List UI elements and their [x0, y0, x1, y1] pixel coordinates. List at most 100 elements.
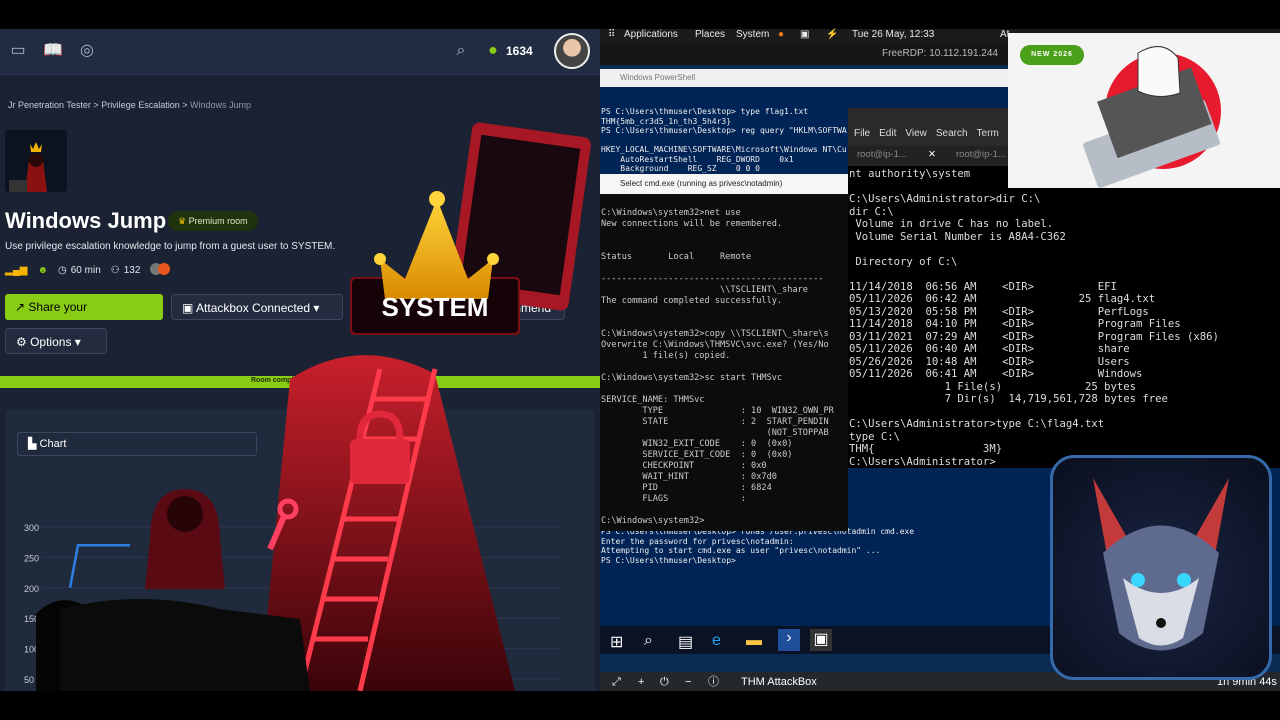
console-line: CHECKPOINT : 0x0	[601, 461, 767, 471]
powershell-taskbar-icon[interactable]: ›	[778, 629, 800, 651]
terminal-tabs: root@ip-1... ✕ root@ip-1...	[848, 146, 1008, 166]
console-line: 05/26/2026 10:48 AM <DIR> Users	[849, 355, 1130, 368]
target-icon[interactable]: ◎	[78, 42, 96, 60]
edge-icon[interactable]: e	[712, 632, 721, 650]
breadcrumb-separator: >	[182, 100, 188, 110]
minimize-icon[interactable]: −	[685, 672, 691, 692]
y-tick-label: 50	[24, 675, 34, 685]
cmd-titlebar: Select cmd.exe (running as privesc\notad…	[600, 174, 848, 194]
console-line: PS C:\Users\thmuser\Desktop>	[601, 555, 736, 565]
burp-icon[interactable]: ⚡	[826, 29, 838, 40]
breadcrumb-current: Windows Jump	[190, 100, 252, 110]
console-line: (NOT_STOPPAB	[601, 428, 829, 438]
power-icon[interactable]: ⏻	[660, 672, 669, 692]
level-icon: ☻	[37, 265, 48, 276]
search-icon[interactable]: ⌕	[452, 42, 470, 60]
streak-points: 1634	[506, 44, 533, 58]
console-line: PID : 6824	[601, 483, 772, 493]
system-sign: SYSTEM	[382, 292, 489, 322]
applications-menu[interactable]: Applications	[624, 29, 678, 40]
chart-icon: ▙	[28, 438, 40, 450]
fox-mascot	[1050, 455, 1272, 680]
letterbox-bottom	[0, 691, 1280, 720]
attackbox-label: THM AttackBox	[741, 676, 817, 688]
console-line: 7 Dir(s) 14,719,561,728 bytes free	[849, 393, 1168, 405]
terminal-menu-item[interactable]: View	[905, 128, 927, 139]
expand-icon[interactable]: ⤢	[612, 672, 621, 692]
terminal-tab-1[interactable]: root@ip-1...	[857, 149, 907, 160]
console-line: 1 file(s) copied.	[601, 351, 731, 361]
cmd-taskbar-icon[interactable]: ▣	[810, 629, 832, 651]
console-line: C:\Windows\system32>net use	[601, 208, 741, 218]
terminal-menu-item[interactable]: Term	[977, 128, 999, 139]
console-line: 1 File(s) 25 bytes	[849, 380, 1137, 393]
terminal-menu-item[interactable]: File	[854, 128, 870, 139]
console-line: 03/11/2021 07:29 AM <DIR> Program Files …	[849, 330, 1219, 343]
y-tick-label: 250	[24, 553, 39, 563]
terminal-tab-2[interactable]: root@ip-1...	[956, 149, 1006, 160]
tryhackme-room-page: ▭ 📖 ◎ ⌕ ● 1634 Jr Penetration Tester > P…	[0, 29, 600, 691]
padlock-shape	[350, 439, 410, 484]
new-2026-tag: NEW 2026	[1020, 45, 1084, 65]
search-icon[interactable]: ⌕	[644, 632, 653, 650]
window-icon[interactable]: ▭	[9, 42, 27, 60]
explorer-icon[interactable]: ▬	[746, 632, 762, 650]
terminal-menubar: File Edit View Search Term	[848, 108, 1008, 146]
info-icon[interactable]: ⓘ	[708, 672, 719, 692]
y-tick-label: 300	[24, 523, 39, 533]
firefox-icon[interactable]: ●	[778, 29, 784, 40]
terminal-launcher-icon[interactable]: ▣	[800, 29, 809, 40]
console-line: 05/11/2026 06:41 AM <DIR> Windows	[849, 368, 1143, 380]
console-line: 05/11/2026 06:42 AM 25 flag4.txt	[849, 293, 1156, 305]
console-line: C:\Windows\system32>sc start THMSvc	[601, 373, 783, 383]
flame-icon: ●	[488, 42, 498, 59]
breadcrumb: Jr Penetration Tester > Privilege Escala…	[8, 100, 251, 110]
console-line: TYPE : 10 WIN32_OWN_PR	[601, 406, 834, 416]
console-line: C:\Users\Administrator>dir C:\	[849, 193, 1041, 205]
cmd-title: Select cmd.exe (running as privesc\notad…	[620, 179, 783, 188]
clock[interactable]: Tue 26 May, 12:33	[852, 29, 934, 40]
apps-grid-icon[interactable]: ⠿	[608, 29, 615, 40]
console-line: The command completed successfully.	[601, 296, 783, 306]
cmd-window[interactable]: C:\Windows\system32>net use New connectio…	[600, 194, 848, 531]
console-line: type C:\	[849, 430, 901, 443]
hero-illustration: SYSTEM	[60, 122, 591, 691]
console-line: WAIT_HINT : 0x7d0	[601, 472, 777, 482]
powershell-titlebar: Windows PowerShell	[600, 69, 1008, 87]
breadcrumb-separator: >	[93, 100, 99, 110]
console-line: STATE : 2 START_PENDIN	[601, 417, 829, 427]
task-view-icon[interactable]: ▤	[678, 632, 693, 652]
close-icon[interactable]: ✕	[928, 149, 936, 160]
console-line: 11/14/2018 06:56 AM <DIR> EFI	[849, 280, 1117, 293]
console-line: Overwrite C:\Windows\THMSVC\svc.exe? (Ye…	[601, 340, 829, 350]
screen: ▭ 📖 ◎ ⌕ ● 1634 Jr Penetration Tester > P…	[0, 0, 1280, 720]
console-line: 05/13/2020 05:58 PM <DIR> PerfLogs	[849, 305, 1149, 318]
console-line: Status Local Remote	[601, 252, 752, 262]
console-line: \\TSCLIENT\_share	[601, 285, 808, 295]
console-line: C:\Users\Administrator>type C:\flag4.txt	[849, 418, 1105, 430]
console-line: 11/14/2018 04:10 PM <DIR> Program Files	[849, 318, 1181, 330]
difficulty-icon: ▂▄▆	[5, 265, 28, 276]
plus-icon[interactable]: +	[638, 672, 644, 692]
room-icon	[5, 130, 67, 192]
terminal-menu-item[interactable]: Search	[936, 128, 968, 139]
console-line: Volume Serial Number is A8A4-C362	[849, 230, 1066, 243]
system-menu[interactable]: System	[736, 29, 769, 40]
book-icon[interactable]: 📖	[43, 42, 63, 60]
windows-start-icon[interactable]: ⊞	[610, 632, 623, 652]
places-menu[interactable]: Places	[695, 29, 725, 40]
breadcrumb-module[interactable]: Privilege Escalation	[101, 100, 180, 110]
console-line: Directory of C:\	[849, 255, 958, 268]
terminal-menu-item[interactable]: Edit	[879, 128, 896, 139]
avatar[interactable]	[554, 33, 590, 69]
share-icon: ↗	[15, 300, 29, 314]
gear-icon: ⚙	[16, 335, 31, 349]
breadcrumb-path[interactable]: Jr Penetration Tester	[8, 100, 91, 110]
